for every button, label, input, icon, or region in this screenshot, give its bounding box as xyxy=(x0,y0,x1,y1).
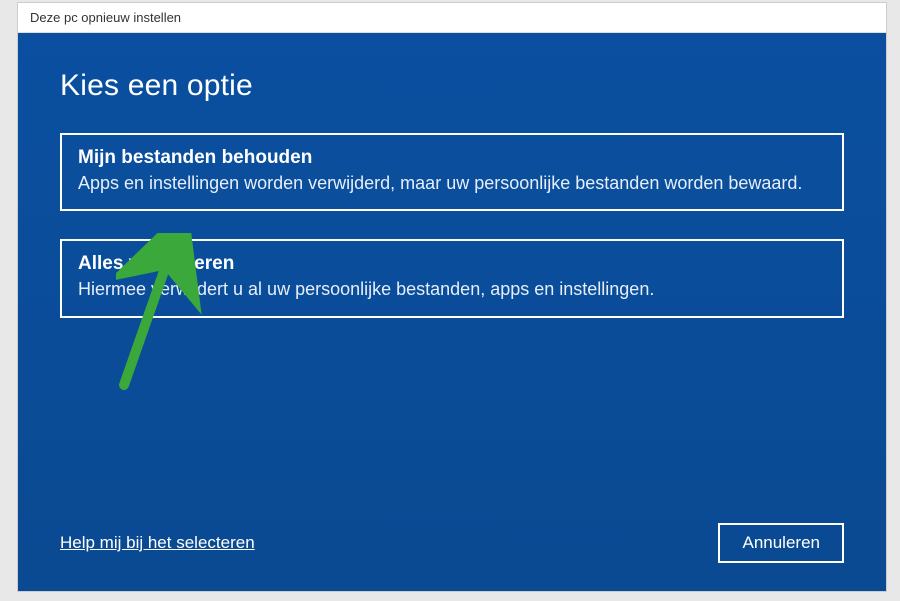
dialog-content: Kies een optie Mijn bestanden behouden A… xyxy=(18,33,886,591)
cancel-button[interactable]: Annuleren xyxy=(718,523,844,563)
window-title: Deze pc opnieuw instellen xyxy=(30,10,181,25)
option-remove-everything-title: Alles verwijderen xyxy=(78,253,826,275)
page-title: Kies een optie xyxy=(60,69,844,103)
help-link[interactable]: Help mij bij het selecteren xyxy=(60,533,255,553)
reset-pc-dialog: Deze pc opnieuw instellen Kies een optie… xyxy=(17,2,887,592)
titlebar: Deze pc opnieuw instellen xyxy=(18,3,886,33)
option-keep-files-description: Apps en instellingen worden verwijderd, … xyxy=(78,171,826,195)
option-remove-everything[interactable]: Alles verwijderen Hiermee verwijdert u a… xyxy=(60,239,844,317)
option-keep-files-title: Mijn bestanden behouden xyxy=(78,147,826,169)
option-remove-everything-description: Hiermee verwijdert u al uw persoonlijke … xyxy=(78,277,826,301)
option-keep-files[interactable]: Mijn bestanden behouden Apps en instelli… xyxy=(60,133,844,211)
dialog-footer: Help mij bij het selecteren Annuleren xyxy=(60,523,844,563)
